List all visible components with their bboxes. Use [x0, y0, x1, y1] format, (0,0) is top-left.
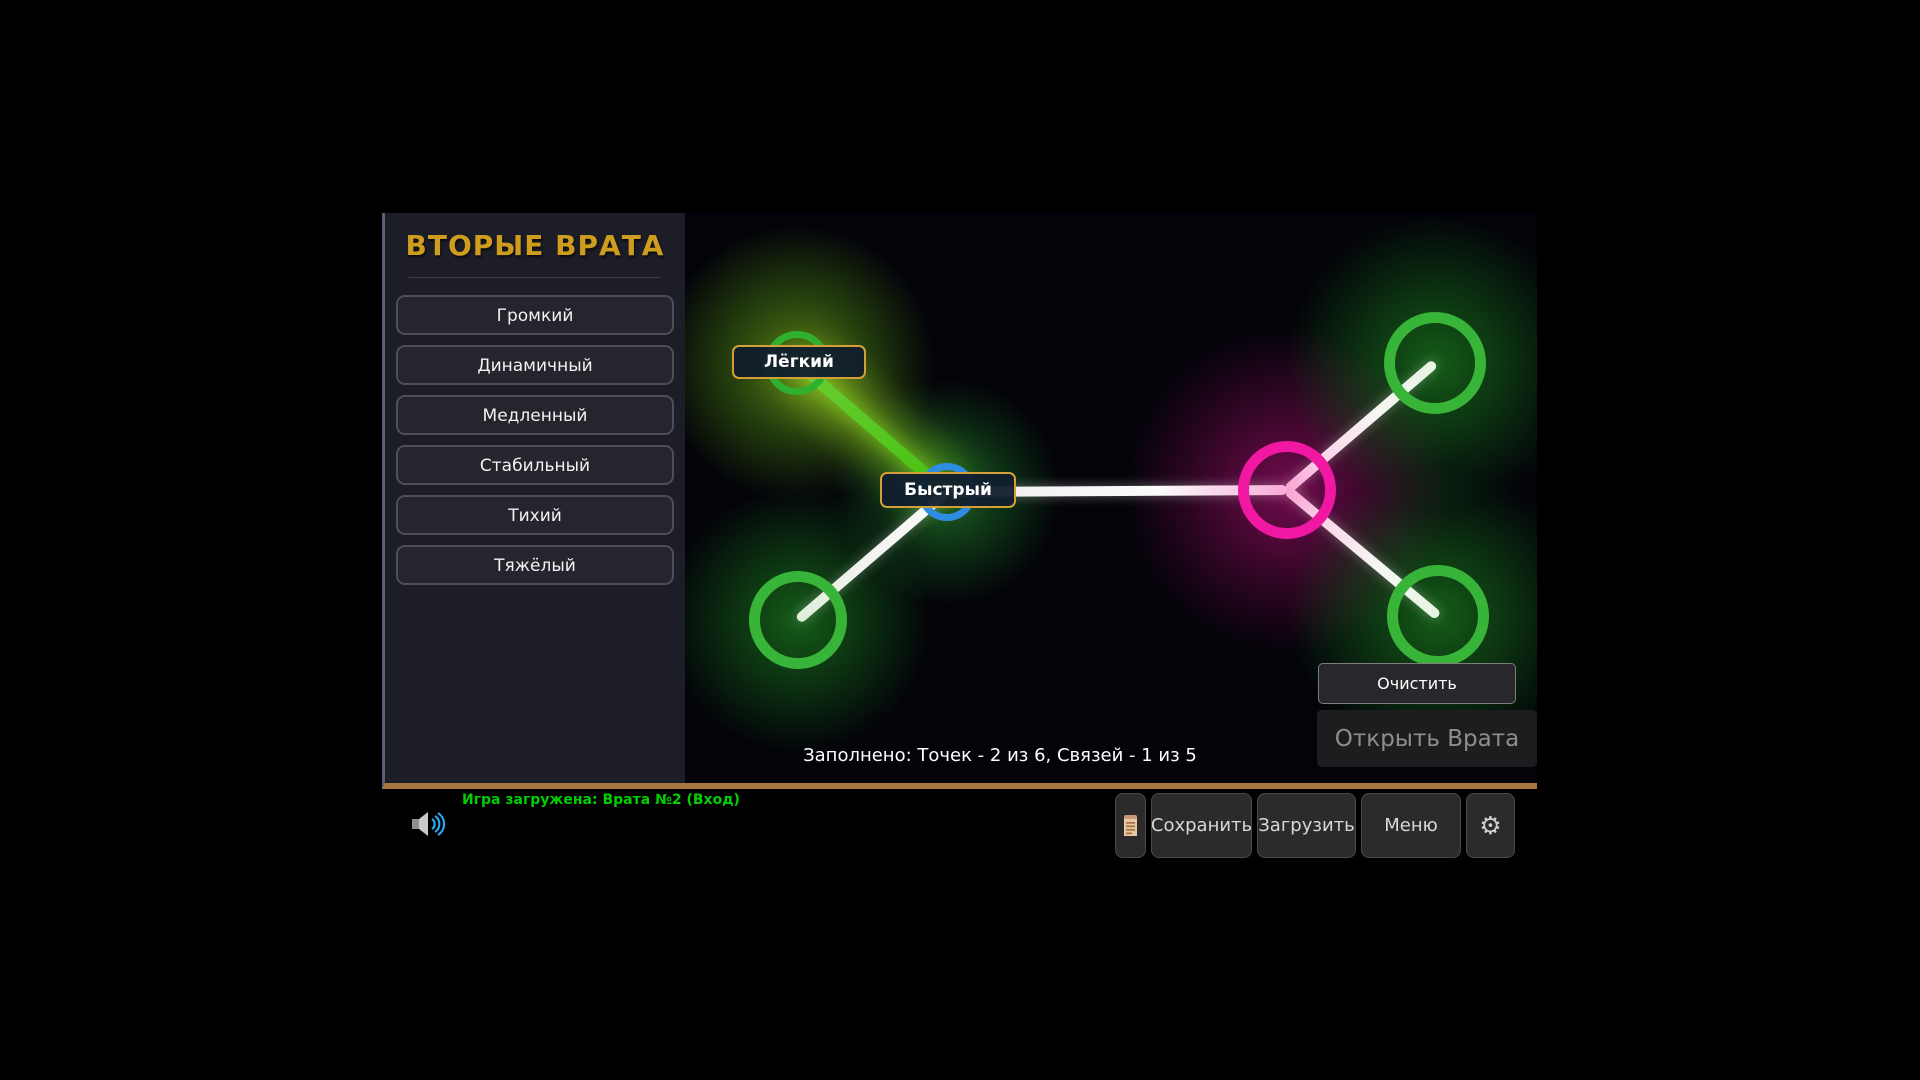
settings-button[interactable]: ⚙ — [1466, 793, 1515, 858]
node-green-bottom-left[interactable] — [749, 571, 847, 669]
open-gate-button[interactable]: Открыть Врата — [1317, 710, 1537, 767]
sidebar-item-stable[interactable]: Стабильный — [396, 445, 674, 485]
tag-easy[interactable]: Лёгкий — [732, 345, 866, 379]
sidebar-item-dynamic[interactable]: Динамичный — [396, 345, 674, 385]
clear-button[interactable]: Очистить — [1318, 663, 1516, 704]
game-window: ВТОРЫЕ ВРАТА Громкий Динамичный Медленны… — [382, 213, 1537, 789]
title-divider — [409, 277, 661, 278]
save-button[interactable]: Сохранить — [1151, 793, 1252, 858]
speaker-icon[interactable] — [411, 809, 447, 839]
sidebar-item-heavy[interactable]: Тяжёлый — [396, 545, 674, 585]
load-button[interactable]: Загрузить — [1257, 793, 1356, 858]
game-title: ВТОРЫЕ ВРАТА — [385, 229, 685, 262]
menu-button[interactable]: Меню — [1361, 793, 1461, 858]
sidebar: ВТОРЫЕ ВРАТА Громкий Динамичный Медленны… — [385, 213, 685, 783]
scroll-icon — [1122, 814, 1139, 838]
fill-status: Заполнено: Точек - 2 из 6, Связей - 1 из… — [685, 745, 1315, 766]
sidebar-item-loud[interactable]: Громкий — [396, 295, 674, 335]
sidebar-item-quiet[interactable]: Тихий — [396, 495, 674, 535]
screen: ВТОРЫЕ ВРАТА Громкий Динамичный Медленны… — [0, 0, 1920, 1080]
node-green-top-right[interactable] — [1384, 312, 1486, 414]
log-button[interactable] — [1115, 793, 1146, 858]
sidebar-item-slow[interactable]: Медленный — [396, 395, 674, 435]
node-green-bottom-right[interactable] — [1387, 565, 1489, 667]
gear-icon: ⚙ — [1479, 811, 1501, 840]
load-status-message: Игра загружена: Врата №2 (Вход) — [462, 792, 740, 808]
node-magenta-hub[interactable] — [1238, 441, 1336, 539]
tag-fast[interactable]: Быстрый — [880, 472, 1016, 508]
gate-board: Лёгкий Быстрый Очистить Открыть Врата За… — [685, 213, 1537, 783]
